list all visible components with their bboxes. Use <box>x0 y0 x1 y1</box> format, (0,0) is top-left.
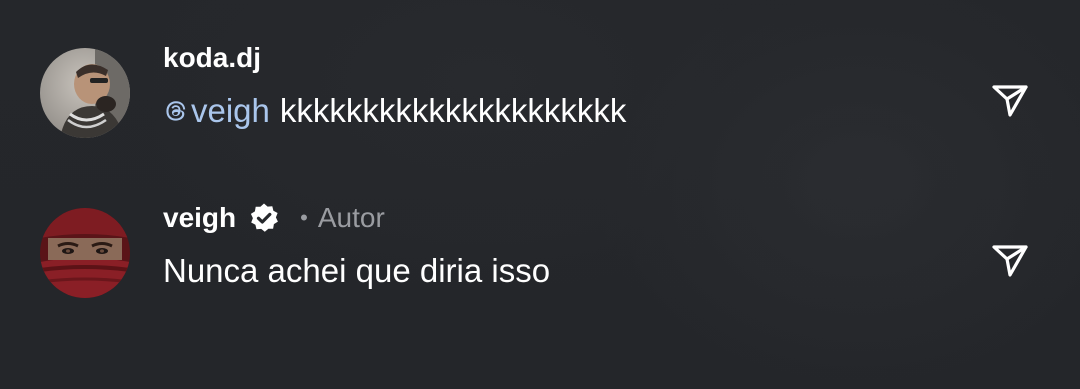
comment-body: veigh kkkkkkkkkkkkkkkkkkkkk <box>163 92 626 130</box>
send-icon <box>992 245 1028 277</box>
separator-dot: • <box>300 205 308 230</box>
threads-at-icon <box>166 101 186 121</box>
comment-text: Nunca achei que diria isso <box>163 252 551 289</box>
verified-badge-icon <box>248 202 280 234</box>
author-label: Autor <box>317 202 385 233</box>
comment-item: koda.dj veigh kkkkkkkkkkkkkkkkkkkkk <box>0 40 1080 150</box>
share-button[interactable] <box>990 240 1030 280</box>
comment-header: veigh • Autor <box>163 200 385 236</box>
share-button[interactable] <box>990 80 1030 120</box>
username[interactable]: veigh <box>163 202 236 234</box>
mention-text: veigh <box>191 92 270 129</box>
send-icon <box>992 85 1028 117</box>
username[interactable]: koda.dj <box>163 42 261 74</box>
comment-item: veigh • Autor Nunca achei que diria isso <box>0 200 1080 310</box>
comment-body: Nunca achei que diria isso <box>163 252 550 290</box>
avatar[interactable] <box>40 208 130 298</box>
mention-link[interactable]: veigh <box>163 92 270 130</box>
avatar[interactable] <box>40 48 130 138</box>
avatar-photo-veigh <box>40 208 130 298</box>
comment-text: kkkkkkkkkkkkkkkkkkkkk <box>279 92 627 129</box>
comment-header: koda.dj <box>163 40 261 76</box>
avatar-photo-koda <box>40 48 130 138</box>
